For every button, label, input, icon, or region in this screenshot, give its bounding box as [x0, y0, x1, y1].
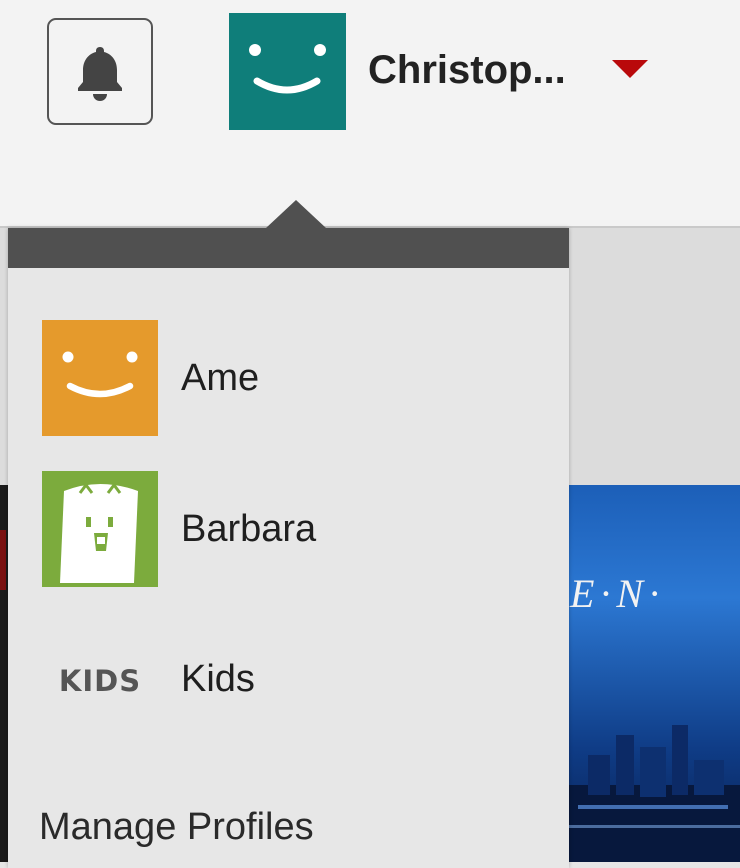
- profile-item-barbara[interactable]: Barbara: [42, 471, 316, 587]
- profile-dropdown-menu: Ame Barbara KIDS Kids Manage Profiles: [8, 200, 569, 868]
- dropdown-top-bar: [8, 228, 569, 268]
- manage-profiles-link[interactable]: Manage Profiles: [39, 806, 314, 849]
- caret-down-icon[interactable]: [612, 60, 648, 80]
- dropdown-pointer: [266, 200, 326, 228]
- green-character-avatar-icon: [42, 471, 158, 587]
- profile-item-label: Ame: [181, 356, 260, 399]
- profile-item-label: Barbara: [181, 507, 317, 550]
- profile-item-label: Kids: [181, 657, 255, 700]
- profile-item-kids[interactable]: KIDS Kids: [42, 621, 255, 737]
- header-bar: Christop...: [0, 0, 740, 228]
- title-poster[interactable]: E·N·: [568, 485, 740, 862]
- kids-avatar-icon: KIDS: [42, 621, 158, 737]
- profile-item-ame[interactable]: Ame: [42, 320, 259, 436]
- poster-title-text: E·N·: [569, 571, 665, 616]
- current-profile-name[interactable]: Christop...: [368, 48, 566, 93]
- orange-smiley-avatar-icon: [42, 320, 158, 436]
- bell-icon: [78, 46, 122, 101]
- current-profile-avatar[interactable]: [229, 13, 346, 130]
- kids-avatar-text: KIDS: [59, 664, 141, 698]
- background-poster-accent: [0, 530, 6, 590]
- notifications-button[interactable]: [47, 18, 153, 125]
